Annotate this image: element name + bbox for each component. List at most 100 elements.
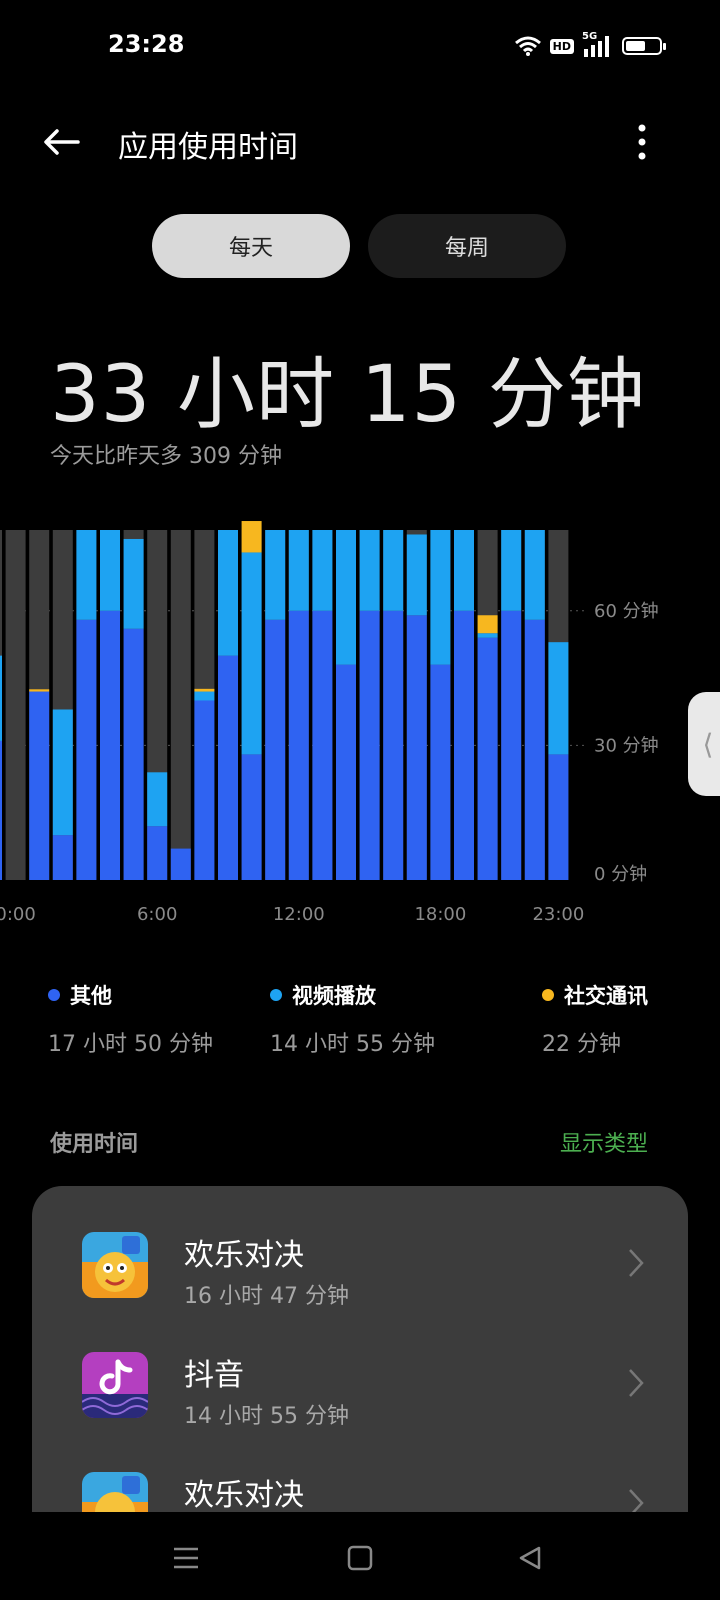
douyin-app-icon xyxy=(82,1352,148,1418)
legend-item-social: 社交通讯 22 分钟 xyxy=(542,980,648,1058)
side-panel-handle[interactable]: ⟨ xyxy=(688,692,720,796)
chart-bar-segment[interactable] xyxy=(430,530,451,665)
chart-bar-segment[interactable] xyxy=(170,848,191,880)
navigation-bar xyxy=(0,1512,720,1600)
chart-bar-segment[interactable] xyxy=(52,835,73,880)
chart-bar-segment[interactable] xyxy=(336,530,356,665)
chart-bar-segment[interactable] xyxy=(454,530,474,611)
chart-bar-segment[interactable] xyxy=(147,772,168,827)
chart-bar-segment[interactable] xyxy=(194,700,215,880)
chart-bar-segment[interactable] xyxy=(52,709,73,836)
menu-icon xyxy=(174,1547,198,1569)
app-usage-list: 欢乐对决 16 小时 47 分钟 抖音 14 小时 55 分钟 欢乐对决 xyxy=(32,1186,688,1526)
chart-bar-segment[interactable] xyxy=(477,633,498,638)
legend-value: 14 小时 55 分钟 xyxy=(270,1032,435,1057)
app-list-item[interactable]: 欢乐对决 xyxy=(32,1426,688,1526)
chart-bar-segment[interactable] xyxy=(312,530,333,611)
chart-bar-segment[interactable] xyxy=(29,691,50,880)
chart-bar-segment[interactable] xyxy=(100,610,120,880)
status-icons: HD 5G xyxy=(514,28,666,64)
chart-bar-segment[interactable] xyxy=(194,688,215,692)
chart-bar-segment[interactable] xyxy=(265,619,286,880)
chart-bar-segment[interactable] xyxy=(241,754,262,880)
y-tick-label: 60 分钟 xyxy=(594,601,659,622)
x-tick-label: 6:00 xyxy=(137,904,177,925)
legend-label: 社交通讯 xyxy=(564,984,648,1008)
recent-apps-button[interactable] xyxy=(164,1536,208,1580)
chart-bar-segment[interactable] xyxy=(430,664,451,880)
chart-bar-segment[interactable] xyxy=(265,530,286,620)
chart-bar-background xyxy=(170,530,191,880)
chart-bar-segment[interactable] xyxy=(548,642,569,755)
chart-bar-segment[interactable] xyxy=(548,754,569,880)
chart-bar-segment[interactable] xyxy=(359,530,380,611)
chart-bar-segment[interactable] xyxy=(194,691,215,701)
chart-bar-segment[interactable] xyxy=(29,689,50,692)
chart-bar-segment[interactable] xyxy=(524,530,545,620)
chart-bar-segment[interactable] xyxy=(123,628,144,880)
chart-bar-segment[interactable] xyxy=(241,521,262,553)
chart-bar-segment[interactable] xyxy=(383,530,404,611)
app-list-item[interactable]: 欢乐对决 16 小时 47 分钟 xyxy=(32,1186,688,1309)
tab-daily[interactable]: 每天 xyxy=(152,214,350,278)
chart-bar-segment[interactable] xyxy=(312,610,333,880)
y-tick-label: 30 分钟 xyxy=(594,735,659,756)
more-options-button[interactable] xyxy=(620,120,664,164)
battery-icon xyxy=(622,37,666,55)
chart-bar-segment[interactable] xyxy=(147,826,168,880)
chart-bar-segment[interactable] xyxy=(76,619,97,880)
chart-bar-segment[interactable] xyxy=(454,610,474,880)
legend-value: 22 分钟 xyxy=(542,1032,621,1057)
status-clock: 23:28 xyxy=(108,30,185,58)
home-button[interactable] xyxy=(338,1536,382,1580)
app-name: 抖音 xyxy=(184,1358,244,1393)
chart-bar-segment[interactable] xyxy=(218,655,238,880)
chart-bar-segment[interactable] xyxy=(406,615,427,880)
tab-weekly[interactable]: 每周 xyxy=(368,214,566,278)
chart-bar-segment[interactable] xyxy=(288,610,309,880)
chart-bar-segment[interactable] xyxy=(76,530,97,620)
chevron-left-icon: ⟨ xyxy=(702,727,714,761)
chart-bar-segment[interactable] xyxy=(218,530,238,656)
chart-bar-segment[interactable] xyxy=(359,610,380,880)
app-list-item[interactable]: 抖音 14 小时 55 分钟 xyxy=(32,1306,688,1429)
chart-bar-segment[interactable] xyxy=(288,530,309,611)
chart-bar-segment[interactable] xyxy=(524,619,545,880)
legend-dot-social xyxy=(542,989,554,1001)
x-tick-label: 18:00 xyxy=(414,904,466,925)
status-bar: 23:28 HD 5G xyxy=(0,0,720,80)
app-header: 应用使用时间 xyxy=(0,100,720,180)
x-tick-label: 0:00 xyxy=(0,904,36,925)
legend-label: 其他 xyxy=(70,984,112,1008)
home-icon xyxy=(347,1545,373,1571)
nav-back-button[interactable] xyxy=(508,1536,552,1580)
usage-section-label: 使用时间 xyxy=(50,1132,139,1157)
chart-bar-segment[interactable] xyxy=(0,655,2,741)
show-type-button[interactable]: 显示类型 xyxy=(560,1126,648,1158)
usage-chart-svg: 60 分钟 30 分钟 0 分钟 0:00 6:00 12:00 18:00 23:00 xyxy=(0,521,659,925)
chart-bar-segment[interactable] xyxy=(336,664,356,880)
legend-item-other: 其他 17 小时 50 分钟 xyxy=(48,980,213,1058)
back-button[interactable] xyxy=(40,120,84,164)
chevron-right-icon xyxy=(629,1249,644,1277)
comparison-text: 今天比昨天多 309 分钟 xyxy=(50,444,282,469)
legend-item-video: 视频播放 14 小时 55 分钟 xyxy=(270,980,435,1058)
chart-bar-segment[interactable] xyxy=(123,538,144,629)
5g-signal-icon: 5G xyxy=(582,31,614,57)
chart-bar-segment[interactable] xyxy=(477,615,498,634)
chart-bar-segment[interactable] xyxy=(100,530,120,611)
total-usage-time: 33 小时 15 分钟 xyxy=(50,350,646,440)
chart-bar-segment[interactable] xyxy=(241,552,262,755)
chart-bar-segment[interactable] xyxy=(477,637,498,880)
chevron-right-icon xyxy=(629,1369,644,1397)
chart-bar-segment[interactable] xyxy=(501,610,522,880)
chart-bar-segment[interactable] xyxy=(0,740,2,880)
hd-icon: HD xyxy=(549,38,574,54)
chart-bar-segment[interactable] xyxy=(501,530,522,611)
legend-dot-video xyxy=(270,989,282,1001)
more-vertical-icon xyxy=(638,124,646,160)
x-tick-label: 23:00 xyxy=(532,904,584,925)
chart-bar-segment[interactable] xyxy=(383,610,404,880)
usage-chart[interactable]: 60 分钟 30 分钟 0 分钟 0:00 6:00 12:00 18:00 23:00 xyxy=(0,520,720,940)
chart-bar-segment[interactable] xyxy=(406,534,427,616)
